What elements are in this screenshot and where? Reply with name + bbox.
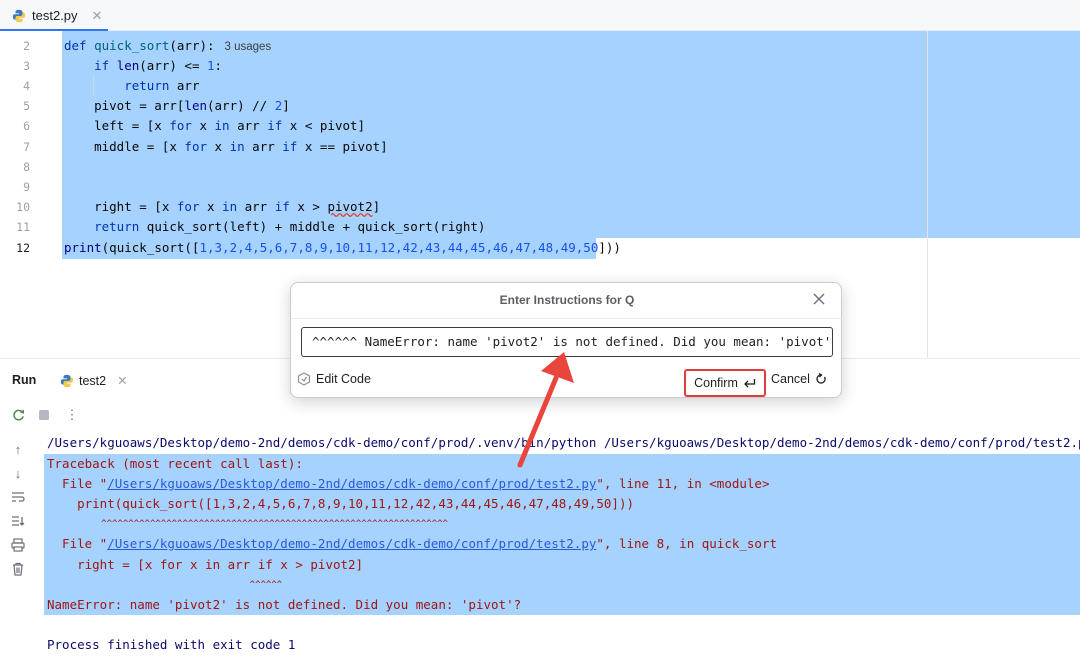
line-number: 11 — [16, 220, 30, 234]
line-number: 6 — [23, 119, 30, 133]
code-line: return quick_sort(left) + middle + quick… — [94, 219, 486, 234]
cancel-button[interactable]: Cancel — [771, 372, 827, 386]
run-tool-window: Run test2 ✕ ⋮ ↑ ↓ /Users/kguoaws/Desktop… — [0, 358, 1080, 663]
console-exit-message: Process finished with exit code 1 — [47, 637, 296, 652]
close-icon[interactable]: ✕ — [92, 8, 103, 24]
editor-tab-label: test2.py — [32, 8, 78, 23]
edit-code-label: Edit Code — [316, 372, 371, 386]
instructions-input[interactable]: ^^^^^^ NameError: name 'pivot2' is not d… — [301, 327, 833, 357]
line-number: 3 — [23, 59, 30, 73]
confirm-label: Confirm — [694, 376, 738, 390]
editor-tab-test2[interactable]: test2.py ✕ — [0, 0, 114, 31]
usages-hint[interactable]: 3 usages — [225, 41, 272, 53]
console-traceback-code: right = [x for x in arr if x > pivot2] — [47, 557, 364, 572]
console-traceback-header: Traceback (most recent call last): — [47, 456, 303, 471]
q-logo-icon — [297, 372, 311, 386]
console-error-message: NameError: name 'pivot2' is not defined.… — [47, 597, 522, 612]
undo-icon — [816, 373, 826, 384]
line-number: 5 — [23, 99, 30, 113]
file-link[interactable]: /Users/kguoaws/Desktop/demo-2nd/demos/cd… — [107, 476, 596, 491]
line-number: 8 — [23, 160, 30, 174]
editor-tab-bar: test2.py ✕ — [0, 0, 1080, 31]
line-number: 9 — [23, 180, 30, 194]
line-number: 4 — [23, 79, 30, 93]
line-number-gutter: 2 3 4 5 6 7 8 9 10 11 12 — [0, 31, 44, 358]
python-file-icon — [12, 9, 26, 22]
console-traceback-file: File "/Users/kguoaws/Desktop/demo-2nd/de… — [47, 476, 770, 491]
divider — [291, 318, 843, 319]
console-traceback-caret: ^^^^^^ — [60, 580, 283, 590]
code-line-current: print(quick_sort([1,3,2,4,5,6,7,8,9,10,1… — [64, 240, 621, 255]
line-number: 10 — [16, 200, 30, 214]
line-number-current: 12 — [16, 241, 30, 255]
close-icon[interactable] — [809, 289, 829, 309]
file-link[interactable]: /Users/kguoaws/Desktop/demo-2nd/demos/cd… — [107, 536, 596, 551]
console-command: /Users/kguoaws/Desktop/demo-2nd/demos/cd… — [47, 435, 1080, 450]
code-line: return arr — [124, 78, 200, 93]
code-line: right = [x for x in arr if x > pivot2] — [64, 199, 381, 214]
confirm-button[interactable]: Confirm — [684, 369, 766, 397]
instructions-dialog: Enter Instructions for Q ^^^^^^ NameErro… — [290, 282, 843, 398]
edit-code-button[interactable]: Edit Code — [297, 372, 371, 386]
line-number: 7 — [23, 140, 30, 154]
code-line: middle = [x for x in arr if x == pivot] — [64, 139, 388, 154]
print-arguments: 1,3,2,4,5,6,7,8,9,10,11,12,42,43,44,45,4… — [199, 240, 599, 255]
console-traceback-caret: ^^^^^^^^^^^^^^^^^^^^^^^^^^^^^^^^^^^^^^^^… — [47, 519, 448, 529]
code-line: left = [x for x in arr if x < pivot] — [64, 118, 366, 133]
line-number: 2 — [23, 39, 30, 53]
dialog-title: Enter Instructions for Q — [499, 293, 635, 307]
code-line: if len(arr) <= 1: — [94, 58, 223, 73]
console-traceback-file: File "/Users/kguoaws/Desktop/demo-2nd/de… — [47, 536, 778, 551]
console-traceback-code: print(quick_sort([1,3,2,4,5,6,7,8,9,10,1… — [47, 496, 634, 511]
code-line: pivot = arr[len(arr) // 2] — [64, 98, 290, 113]
console-output[interactable]: /Users/kguoaws/Desktop/demo-2nd/demos/cd… — [0, 359, 1080, 663]
right-margin-guide — [927, 31, 928, 358]
enter-key-icon — [743, 378, 756, 387]
cancel-label: Cancel — [771, 372, 810, 386]
code-line: def quick_sort(arr): 3 usages — [64, 38, 272, 53]
